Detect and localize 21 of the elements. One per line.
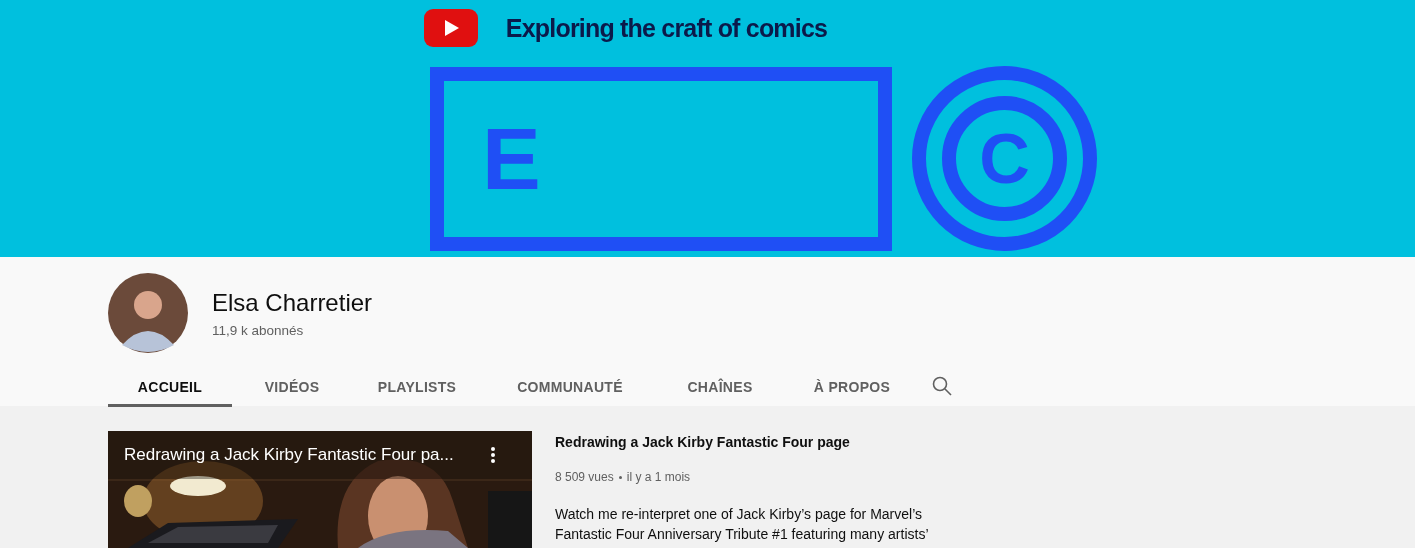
banner-letter: C: [979, 123, 1030, 194]
channel-tab[interactable]: ACCUEIL: [108, 369, 232, 407]
channel-tab[interactable]: COMMUNAUTÉ: [490, 369, 650, 407]
subscriber-count: 11,9 k abonnés: [212, 322, 305, 338]
channel-name: Elsa Charretier: [212, 288, 373, 317]
upload-age: il y a 1 mois: [626, 470, 691, 484]
channel-tab[interactable]: PLAYLISTS: [352, 369, 482, 407]
more-icon[interactable]: [490, 446, 496, 464]
channel-tab[interactable]: CHAÎNES: [658, 369, 782, 407]
channel-tab[interactable]: VIDÉOS: [240, 369, 344, 407]
description-line: Fantastic Four Anniversary Tribute #1 featuring many artists’: [555, 525, 929, 544]
banner-tagline: Exploring the craft of comics: [505, 13, 828, 43]
separator-dot: [618, 475, 622, 479]
banner-letter: E: [482, 114, 541, 203]
video-overlay-title: Redrawing a Jack Kirby Fantastic Four pa...: [124, 445, 454, 465]
video-title[interactable]: Redrawing a Jack Kirby Fantastic Four page: [555, 434, 929, 450]
view-count: 8 509 vues: [555, 470, 614, 484]
play-logo-icon: [423, 9, 478, 47]
channel-tab[interactable]: À PROPOS: [790, 369, 914, 407]
search-icon[interactable]: [932, 376, 952, 396]
description-line: Watch me re-interpret one of Jack Kirby’s page for Marvel’s: [555, 505, 923, 524]
